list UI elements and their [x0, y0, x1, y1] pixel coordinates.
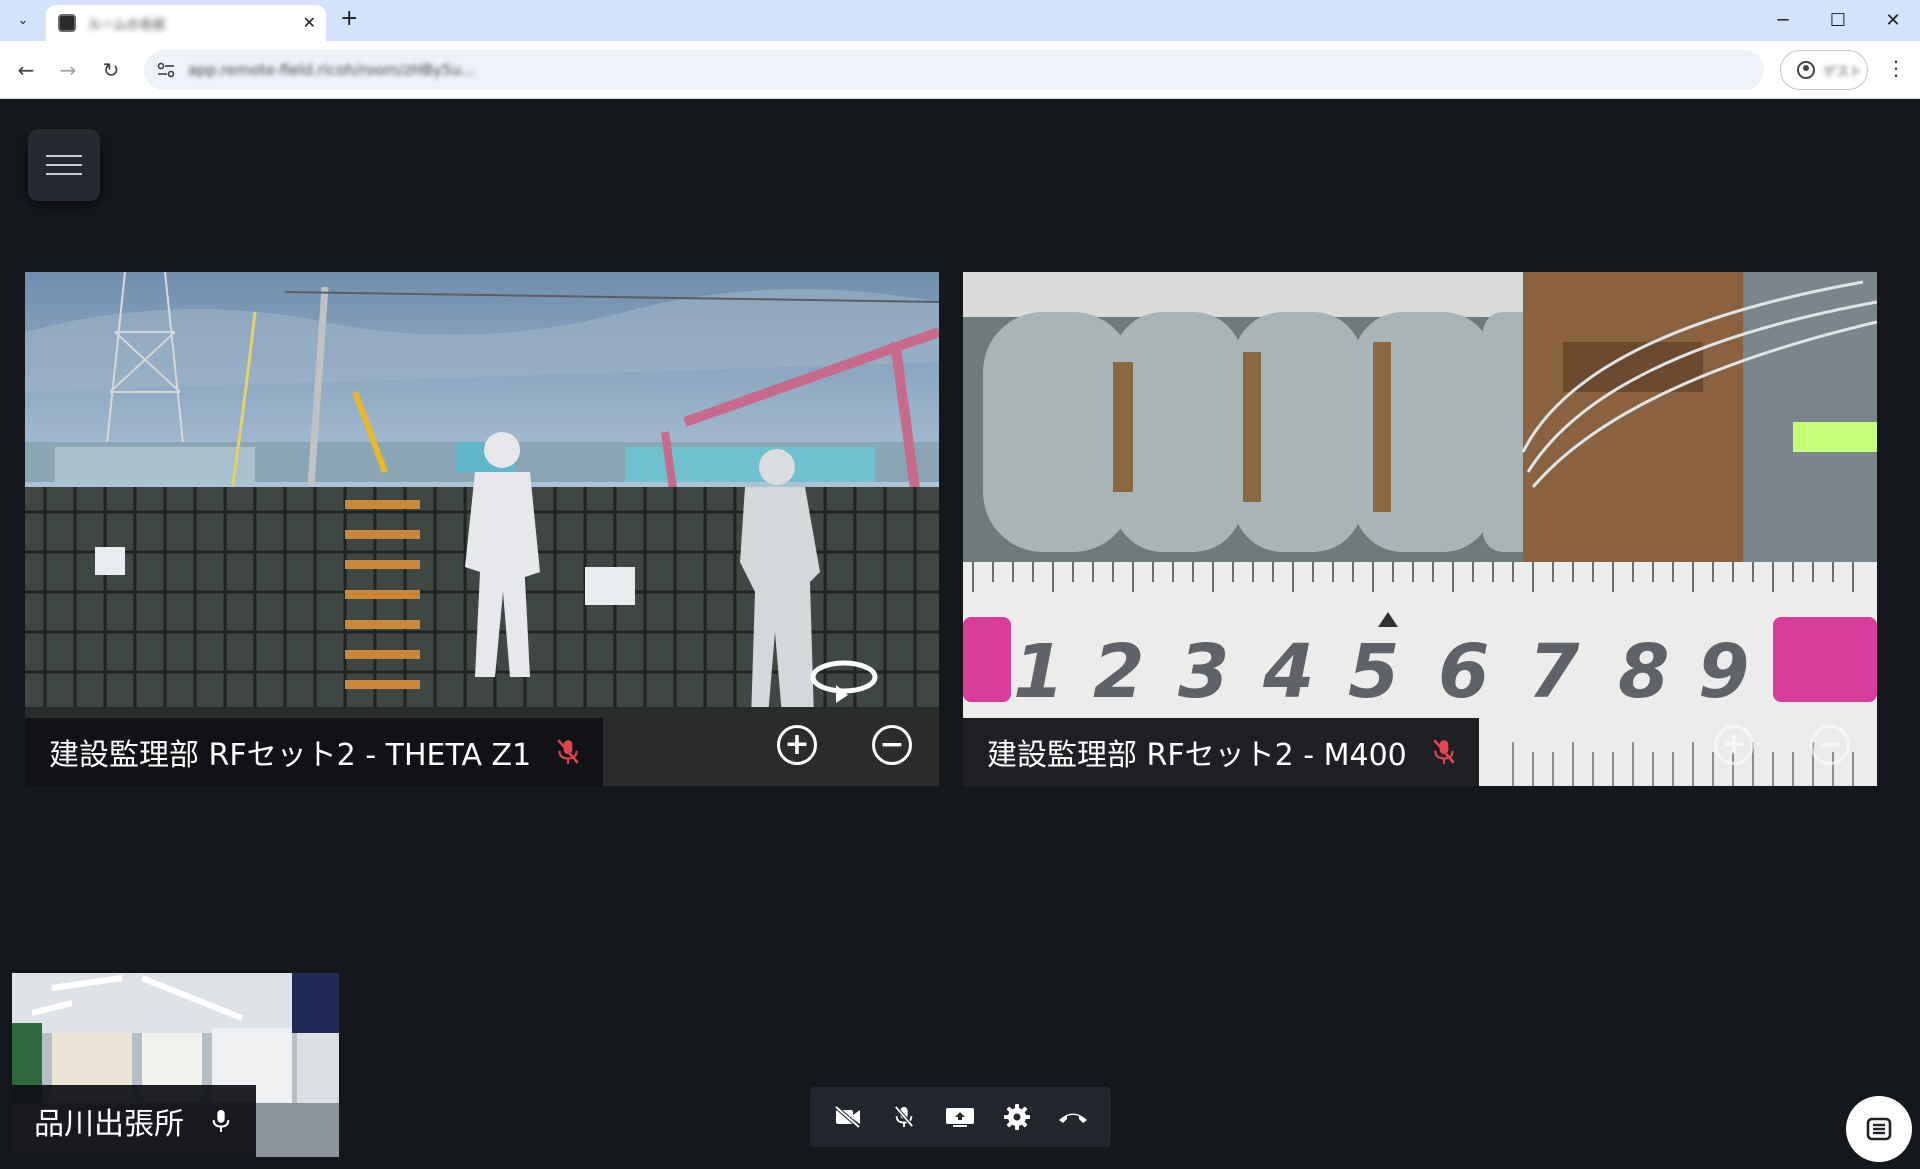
video-feed-construction-site	[25, 272, 939, 786]
tab-title: ルームの名前	[88, 17, 166, 33]
site-info-icon[interactable]	[154, 58, 178, 82]
svg-text:1: 1	[1013, 629, 1065, 715]
svg-text:2: 2	[1093, 629, 1145, 715]
profile-icon	[1797, 61, 1815, 79]
tile-name-plate: 建設監理部 RFセット2 - THETA Z1	[25, 718, 604, 786]
browser-toolbar: ← → ↻ app.remote-field.ricoh/room/zHBy5u…	[0, 41, 1920, 99]
tab-list-icon[interactable]: ⌄	[10, 8, 36, 32]
screen-share-icon	[946, 1108, 975, 1127]
tile-name-plate: 建設監理部 RFセット2 - M400	[963, 718, 1479, 786]
svg-text:4: 4	[1262, 629, 1315, 715]
settings-icon	[1003, 1104, 1030, 1130]
minimize-icon[interactable]: ─	[1763, 6, 1803, 34]
camera-off-icon	[834, 1106, 861, 1128]
chat-list-icon	[1866, 1117, 1892, 1141]
svg-text:8: 8	[1618, 629, 1670, 715]
rotate-360-icon[interactable]	[808, 657, 880, 703]
video-tile-theta[interactable]: 建設監理部 RFセット2 - THETA Z1 + −	[25, 272, 939, 786]
mic-off-icon	[894, 1105, 914, 1128]
mute-button[interactable]	[886, 1099, 922, 1135]
settings-button[interactable]	[999, 1099, 1035, 1135]
mic-off-icon	[557, 739, 579, 764]
chat-button[interactable]	[1846, 1096, 1912, 1162]
screen-share-button[interactable]	[942, 1099, 978, 1135]
close-window-icon[interactable]: ✕	[1873, 6, 1913, 34]
video-feed-rebar-measure: 1234 56789	[963, 272, 1877, 786]
hang-up-button[interactable]	[1055, 1099, 1091, 1135]
self-name-plate: 品川出張所	[12, 1085, 256, 1157]
call-control-bar	[810, 1087, 1111, 1147]
favicon-icon	[58, 14, 76, 32]
close-icon[interactable]: ✕	[303, 13, 316, 32]
self-view-tile[interactable]: 品川出張所	[12, 973, 339, 1157]
kebab-menu-icon[interactable]: ⋮	[1886, 56, 1906, 80]
svg-text:5: 5	[1348, 629, 1400, 715]
zoom-in-icon[interactable]: +	[1714, 725, 1754, 765]
browser-tab[interactable]: ルームの名前 ✕	[46, 5, 326, 41]
zoom-in-icon[interactable]: +	[777, 725, 817, 765]
svg-text:7: 7	[1528, 629, 1580, 715]
hang-up-icon	[1058, 1113, 1087, 1123]
plus-icon[interactable]: +	[340, 6, 358, 31]
camera-off-button[interactable]	[830, 1099, 866, 1135]
url-text: app.remote-field.ricoh/room/zHBy5u...	[188, 61, 476, 79]
svg-text:3: 3	[1178, 629, 1230, 715]
svg-text:6: 6	[1438, 629, 1490, 715]
svg-text:9: 9	[1698, 629, 1750, 715]
address-bar[interactable]: app.remote-field.ricoh/room/zHBy5u...	[144, 50, 1764, 90]
profile-button[interactable]: ゲスト	[1780, 50, 1868, 90]
maximize-icon[interactable]: ☐	[1818, 6, 1858, 34]
browser-tabstrip: ⌄ ルームの名前 ✕ + ─ ☐ ✕	[0, 0, 1920, 41]
video-tile-m400[interactable]: 1234 56789 建設監理部 RFセット2 - M400 + −	[963, 272, 1877, 786]
participant-name: 建設監理部 RFセット2 - THETA Z1	[49, 738, 532, 773]
zoom-out-icon[interactable]: −	[1810, 725, 1850, 765]
zoom-out-icon[interactable]: −	[872, 725, 912, 765]
back-icon[interactable]: ←	[12, 56, 40, 84]
self-participant-name: 品川出張所	[34, 1107, 184, 1142]
hamburger-icon[interactable]	[28, 129, 100, 201]
forward-icon[interactable]: →	[54, 56, 82, 84]
mic-off-icon	[1433, 739, 1455, 764]
reload-icon[interactable]: ↻	[97, 56, 125, 84]
profile-label: ゲスト	[1823, 64, 1863, 80]
participant-name: 建設監理部 RFセット2 - M400	[987, 738, 1407, 773]
mic-on-icon	[212, 1110, 230, 1132]
